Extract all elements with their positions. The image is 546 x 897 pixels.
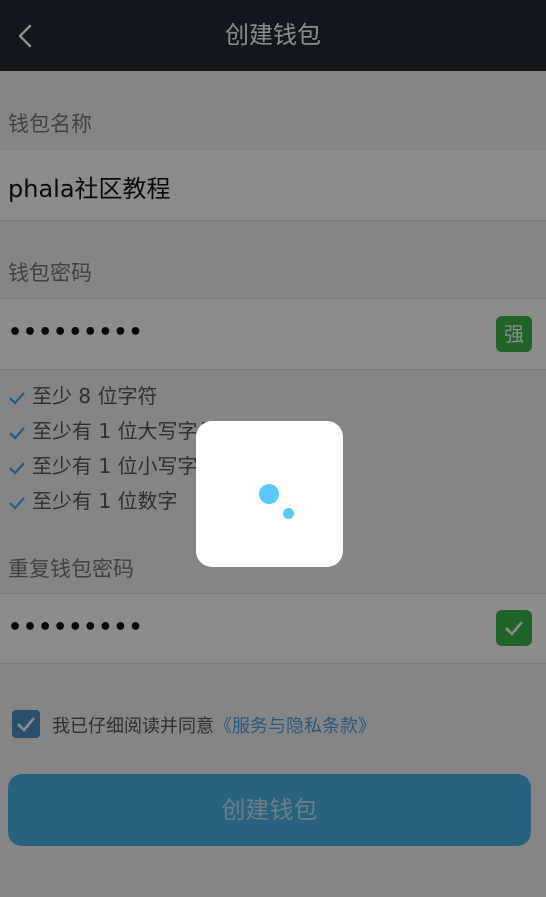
- spinner-dot: [283, 508, 294, 519]
- loading-dialog: [196, 421, 343, 567]
- spinner-dot: [259, 484, 279, 504]
